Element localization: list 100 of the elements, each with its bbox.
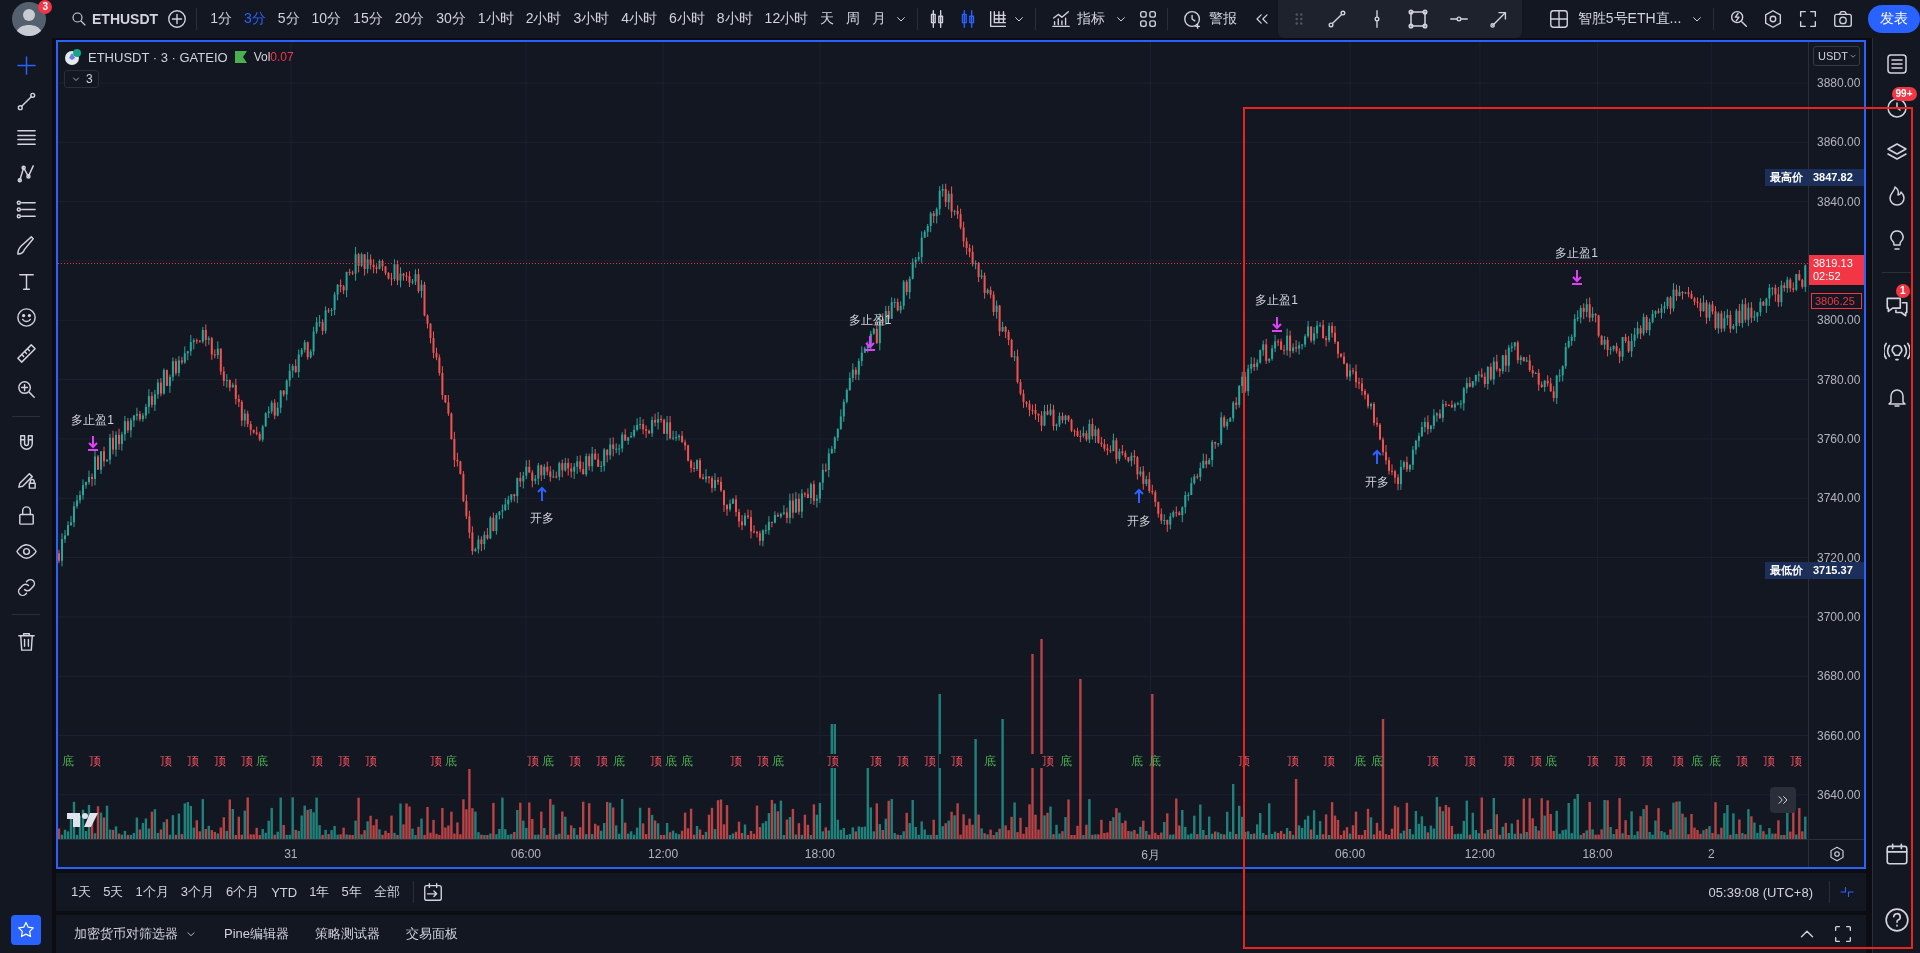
range-button[interactable]: 全部 — [368, 879, 405, 905]
time-tick: 12:00 — [648, 847, 679, 861]
interval-button[interactable]: 8小时 — [711, 6, 758, 32]
search-icon — [70, 10, 88, 28]
time-tick: 31 — [284, 847, 298, 861]
pivot-label: 底 — [444, 753, 457, 768]
watchlist-icon[interactable] — [1884, 52, 1909, 76]
signal-label: 多止盈1 — [1255, 292, 1298, 309]
pivot-label: 顶 — [1029, 753, 1054, 768]
pivot-label: 底 — [1709, 753, 1721, 768]
price-tick: 3660.00 — [1817, 728, 1861, 743]
panel-tab[interactable]: 交易面板 — [400, 921, 465, 947]
range-button[interactable]: 6个月 — [220, 879, 265, 905]
help-icon[interactable] — [1883, 907, 1910, 933]
fib-levels-icon[interactable] — [14, 198, 38, 221]
smiley-icon[interactable] — [14, 306, 38, 329]
volume-legend: Vol0.07 — [253, 50, 294, 64]
interval-button[interactable]: 1分 — [205, 6, 237, 32]
interval-button[interactable]: 20分 — [389, 6, 430, 32]
price-tick: 3840.00 — [1817, 194, 1861, 209]
pivot-label: 底 — [984, 753, 997, 768]
price-tick: 3800.00 — [1817, 313, 1861, 328]
interval-button[interactable]: 1小时 — [472, 6, 519, 32]
signal-label: 多止盈1 — [71, 412, 114, 429]
crosshair-icon[interactable] — [14, 54, 38, 77]
pivot-label: 底 — [256, 753, 269, 768]
interval-button[interactable]: 月 — [867, 6, 892, 32]
price-tick: 3780.00 — [1817, 372, 1861, 387]
range-button[interactable]: 1个月 — [130, 879, 174, 905]
signal-label: 开多 — [529, 510, 554, 528]
range-button[interactable]: 5年 — [336, 879, 367, 905]
collapse-indicators-button[interactable]: 3 — [64, 70, 99, 88]
currency-dropdown[interactable]: USDT — [1813, 46, 1860, 66]
watchlist-button[interactable] — [11, 915, 41, 945]
time-tick: 06:00 — [510, 847, 541, 861]
range-button[interactable]: 1年 — [304, 879, 335, 905]
flag-icon[interactable] — [233, 50, 248, 64]
time-tick: 06:00 — [1335, 847, 1366, 861]
pivot-label: 底 — [1545, 753, 1558, 768]
ruler-icon[interactable] — [14, 342, 38, 365]
scroll-to-latest-button[interactable] — [1770, 787, 1796, 813]
publish-button[interactable]: 发表 — [1868, 5, 1920, 33]
layout-name-button[interactable]: 智胜5号ETH直... — [1571, 6, 1688, 32]
panel-tab[interactable]: 加密货币对筛选器 — [68, 921, 204, 947]
interval-button[interactable]: 30分 — [431, 6, 471, 32]
price-tick: 3740.00 — [1817, 491, 1861, 506]
signal-label: 开多 — [1127, 512, 1152, 530]
pivot-label: 顶 — [939, 753, 964, 768]
time-tick: 18:00 — [1582, 847, 1613, 861]
previous-close-badge: 3806.25 — [1811, 292, 1862, 309]
time-tick: 12:00 — [1464, 847, 1495, 861]
interval-button[interactable]: 周 — [841, 6, 866, 32]
clock-text: 05:39:08 (UTC+8) — [1708, 884, 1813, 900]
interval-button[interactable]: 2小时 — [520, 6, 567, 32]
take-profit-arrow-icon — [1570, 268, 1583, 285]
interval-button[interactable]: 5分 — [272, 6, 305, 32]
price-marker-value: 3715.37 — [1809, 562, 1864, 580]
indicators-button[interactable]: 指标 — [1044, 4, 1111, 34]
range-button[interactable]: 3个月 — [175, 879, 219, 905]
last-price-badge: 3819.13 02:52 — [1809, 254, 1864, 285]
panel-tab[interactable]: Pine编辑器 — [218, 921, 296, 947]
interval-button[interactable]: 6小时 — [664, 6, 710, 32]
alerts-badge: 99+ — [1891, 87, 1917, 101]
pivot-label: 底 — [542, 753, 555, 768]
layout-icon[interactable] — [1547, 8, 1570, 30]
range-button[interactable]: 1天 — [66, 879, 97, 905]
interval-button[interactable]: 15分 — [348, 6, 388, 32]
interval-button[interactable]: 3分 — [238, 6, 271, 32]
camera-icon[interactable] — [1832, 8, 1854, 30]
signal-label: 多止盈1 — [1555, 245, 1598, 263]
coin-logo-icon — [64, 48, 82, 66]
range-button[interactable]: 5天 — [98, 879, 129, 905]
chat-badge: 1 — [1895, 284, 1910, 298]
time-tick: 6月 — [1141, 847, 1160, 864]
long-entry-arrow-icon — [535, 485, 548, 502]
table-chart-icon[interactable] — [987, 8, 1009, 30]
panel-tab[interactable]: 策略测试器 — [309, 921, 387, 947]
pivot-label: 底 — [613, 753, 626, 768]
star-icon — [16, 920, 36, 940]
interval-button[interactable]: 10分 — [306, 6, 347, 32]
range-button[interactable]: YTD — [266, 880, 303, 904]
symbol-search-button[interactable]: ETHUSDT — [64, 6, 165, 32]
interval-button[interactable]: 4小时 — [616, 6, 662, 32]
price-tick: 3720.00 — [1817, 550, 1861, 565]
interval-button[interactable]: 3小时 — [568, 6, 615, 32]
add-symbol-icon[interactable] — [166, 8, 189, 30]
interval-button[interactable]: 天 — [815, 6, 840, 32]
pivot-label: 底 — [62, 753, 74, 768]
price-marker-value: 3847.82 — [1809, 169, 1864, 187]
price-tick: 3700.00 — [1817, 609, 1861, 624]
alert-button[interactable]: 警报 — [1176, 4, 1244, 34]
time-tick: 18:00 — [804, 847, 835, 861]
go-to-date-icon[interactable] — [421, 881, 444, 903]
interval-button[interactable]: 12小时 — [759, 6, 814, 32]
symbol-title: ETHUSDT · 3 · GATEIO — [88, 49, 228, 65]
maximize-icon[interactable] — [1832, 923, 1854, 945]
avatar-icon[interactable] — [12, 2, 46, 36]
calendar-icon[interactable] — [1883, 841, 1910, 867]
price-tick: 3880.00 — [1817, 76, 1861, 90]
settings-icon[interactable] — [1827, 844, 1846, 863]
